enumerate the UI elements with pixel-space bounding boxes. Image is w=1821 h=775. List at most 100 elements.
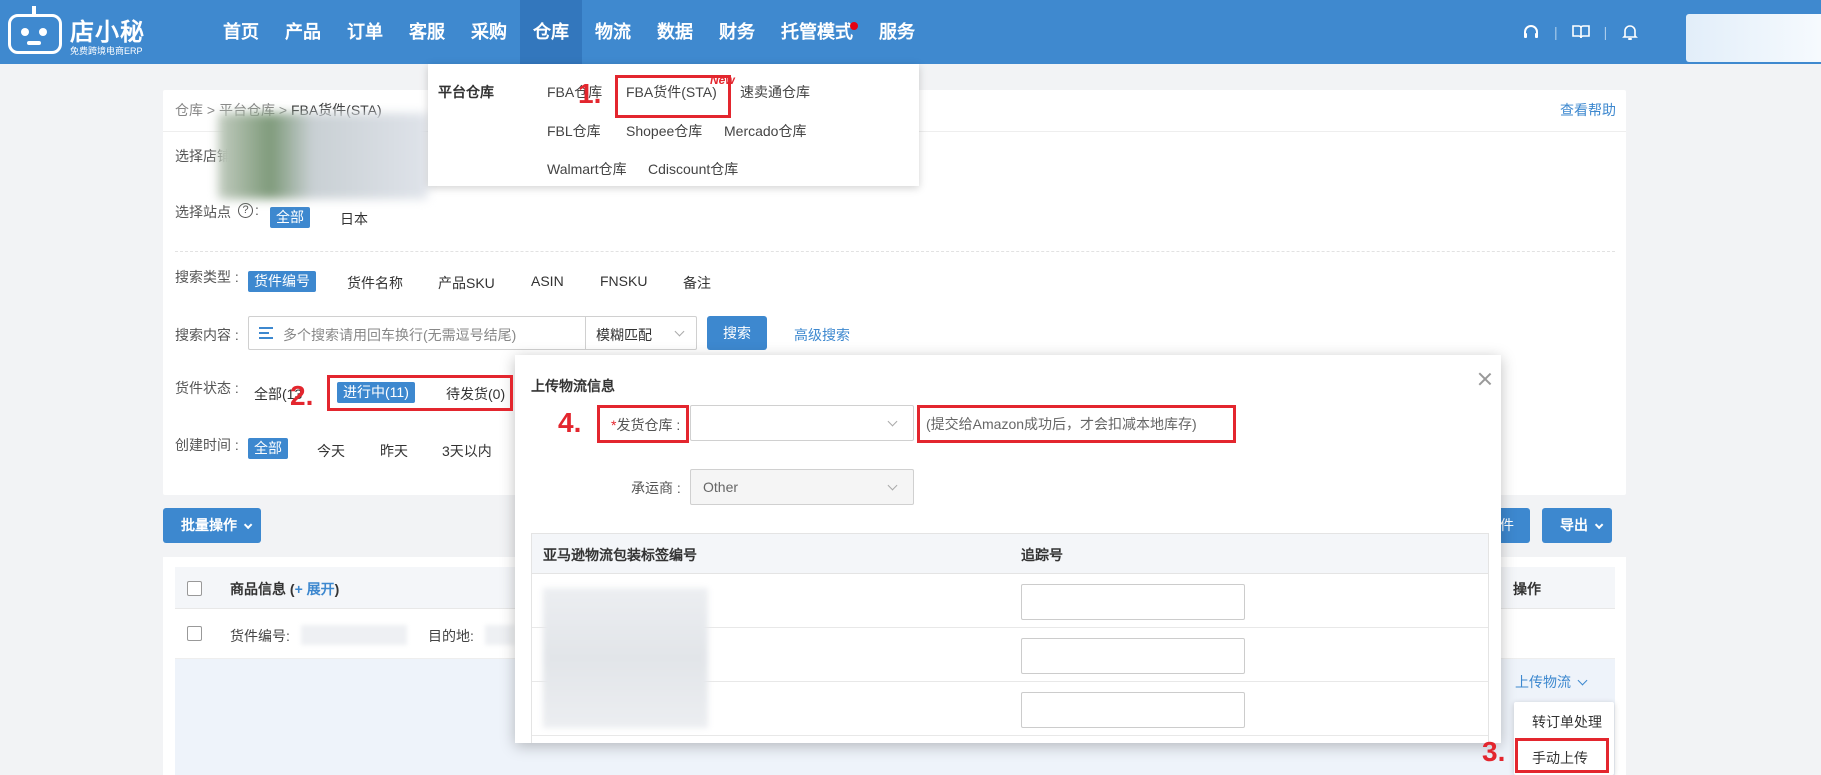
menu-fba-shipment-sta[interactable]: FBA货件(STA)	[626, 82, 717, 102]
top-bar: 店小秘 免费跨境电商ERP 首页 产品 订单 客服 采购 仓库 物流 数据 财务…	[0, 0, 1821, 64]
annotation-step-1: 1.	[578, 78, 602, 109]
breadcrumb-warehouse[interactable]: 仓库	[175, 102, 203, 118]
chevron-down-icon	[887, 416, 898, 427]
nav-data[interactable]: 数据	[644, 0, 706, 64]
menu-convert-to-order[interactable]: 转订单处理	[1532, 712, 1602, 732]
nav-orders[interactable]: 订单	[334, 0, 396, 64]
status-label: 货件状态 :	[175, 380, 239, 396]
search-content-label: 搜索内容 :	[175, 327, 239, 343]
search-type-remark[interactable]: 备注	[683, 273, 711, 293]
annotation-step-3: 3.	[1482, 736, 1506, 767]
status-in-progress-tag[interactable]: 进行中(11)	[337, 382, 415, 403]
logistics-table: 亚马逊物流包装标签编号 追踪号	[531, 533, 1489, 743]
close-icon[interactable]	[1478, 372, 1492, 386]
upload-logistics-menu: 转订单处理 手动上传	[1514, 702, 1614, 775]
nav-home[interactable]: 首页	[210, 0, 272, 64]
created-today[interactable]: 今天	[317, 441, 345, 461]
warehouse-dropdown-menu: 平台仓库 FBA仓库 FBA货件(STA) New 速卖通仓库 FBL仓库 Sh…	[428, 64, 919, 186]
ship-warehouse-hint: (提交给Amazon成功后，才会扣减本地库存)	[926, 416, 1197, 432]
label-numbers-blurred	[543, 588, 708, 728]
chevron-down-icon	[243, 520, 253, 530]
row-checkbox[interactable]	[187, 626, 202, 641]
headset-icon[interactable]	[1520, 21, 1542, 43]
tracking-number-input[interactable]	[1021, 692, 1245, 728]
chevron-down-icon	[1594, 520, 1604, 530]
search-button[interactable]: 搜索	[707, 316, 767, 350]
chevron-down-icon	[887, 480, 898, 491]
nav-customer-service[interactable]: 客服	[396, 0, 458, 64]
menu-fbl-warehouse[interactable]: FBL仓库	[547, 121, 601, 141]
nav-service[interactable]: 服务	[866, 0, 928, 64]
help-link[interactable]: 查看帮助	[1560, 100, 1616, 120]
logistics-table-header: 亚马逊物流包装标签编号 追踪号	[532, 534, 1488, 574]
logo-name: 店小秘	[70, 19, 145, 46]
site-label: 选择站点	[175, 204, 231, 220]
nav-managed-mode[interactable]: 托管模式	[768, 0, 866, 64]
status-pending-shipment[interactable]: 待发货(0)	[446, 384, 505, 404]
tracking-number-input[interactable]	[1021, 638, 1245, 674]
notification-dot	[850, 22, 858, 30]
export-button[interactable]: 导出	[1542, 508, 1612, 543]
ship-warehouse-select[interactable]	[690, 405, 914, 441]
destination-value-blurred	[485, 625, 515, 645]
nav-logistics[interactable]: 物流	[582, 0, 644, 64]
user-account-area[interactable]	[1686, 14, 1821, 62]
nav-warehouse[interactable]: 仓库	[520, 0, 582, 64]
logo-subtitle: 免费跨境电商ERP	[70, 46, 143, 56]
search-type-label: 搜索类型 :	[175, 269, 239, 285]
col-tracking-no: 追踪号	[1021, 547, 1063, 563]
select-all-checkbox[interactable]	[187, 581, 202, 596]
search-type-asin[interactable]: ASIN	[531, 273, 564, 289]
created-all-tag[interactable]: 全部	[248, 438, 288, 459]
shipment-no-value-blurred	[301, 625, 407, 645]
shipment-no-label: 货件编号:	[230, 628, 290, 644]
dropdown-category-platform-warehouse: 平台仓库	[438, 84, 494, 100]
main-nav: 首页 产品 订单 客服 采购 仓库 物流 数据 财务 托管模式 服务	[210, 0, 928, 64]
search-type-fnsku[interactable]: FNSKU	[600, 273, 647, 289]
tracking-number-input[interactable]	[1021, 584, 1245, 620]
chevron-down-icon	[1577, 675, 1588, 686]
site-all-tag[interactable]: 全部	[270, 207, 310, 228]
col-product-info: 商品信息 (+ 展开)	[230, 581, 340, 597]
advanced-search-link[interactable]: 高级搜索	[794, 325, 850, 345]
product-image-blurred	[218, 113, 428, 199]
nav-purchase[interactable]: 采购	[458, 0, 520, 64]
expand-link[interactable]: + 展开	[295, 581, 335, 597]
menu-manual-upload[interactable]: 手动上传	[1532, 748, 1588, 768]
carrier-label: 承运商 :	[631, 480, 681, 496]
search-type-shipment-name[interactable]: 货件名称	[347, 273, 403, 293]
created-time-label: 创建时间 :	[175, 437, 239, 453]
created-within-3-days[interactable]: 3天以内	[442, 441, 492, 461]
menu-aliexpress-warehouse[interactable]: 速卖通仓库	[740, 82, 810, 102]
annotation-step-2: 2.	[290, 380, 314, 411]
header-icons: | |	[1520, 0, 1641, 64]
col-operation: 操作	[1513, 581, 1541, 597]
upload-logistics-modal: 上传物流信息 *发货仓库 : (提交给Amazon成功后，才会扣减本地库存) 承…	[515, 355, 1501, 743]
search-input[interactable]: 多个搜索请用回车换行(无需逗号结尾)	[248, 316, 586, 350]
upload-logistics-link[interactable]: 上传物流	[1515, 672, 1588, 692]
search-type-product-sku[interactable]: 产品SKU	[438, 273, 495, 293]
created-yesterday[interactable]: 昨天	[380, 441, 408, 461]
menu-mercado-warehouse[interactable]: Mercado仓库	[724, 121, 806, 141]
col-amazon-label-no: 亚马逊物流包装标签编号	[543, 547, 697, 563]
site-option-japan[interactable]: 日本	[340, 209, 368, 229]
help-circle-icon[interactable]: ?	[238, 203, 253, 218]
menu-walmart-warehouse[interactable]: Walmart仓库	[547, 159, 627, 179]
match-mode-select[interactable]: 模糊匹配	[585, 316, 697, 350]
book-icon[interactable]	[1570, 21, 1592, 43]
search-placeholder: 多个搜索请用回车换行(无需逗号结尾)	[283, 327, 517, 343]
carrier-select[interactable]: Other	[690, 469, 914, 505]
logo[interactable]: 店小秘 免费跨境电商ERP	[6, 6, 146, 58]
robot-logo-icon	[8, 14, 62, 54]
batch-operation-button[interactable]: 批量操作	[163, 508, 261, 543]
list-icon	[259, 327, 273, 339]
bell-icon[interactable]	[1619, 21, 1641, 43]
nav-products[interactable]: 产品	[272, 0, 334, 64]
menu-cdiscount-warehouse[interactable]: Cdiscount仓库	[648, 159, 738, 179]
nav-finance[interactable]: 财务	[706, 0, 768, 64]
modal-title: 上传物流信息	[531, 378, 615, 394]
menu-shopee-warehouse[interactable]: Shopee仓库	[626, 121, 702, 141]
search-type-shipment-no[interactable]: 货件编号	[248, 271, 316, 292]
annotation-step-4: 4.	[558, 407, 582, 438]
destination-label: 目的地:	[428, 628, 474, 644]
